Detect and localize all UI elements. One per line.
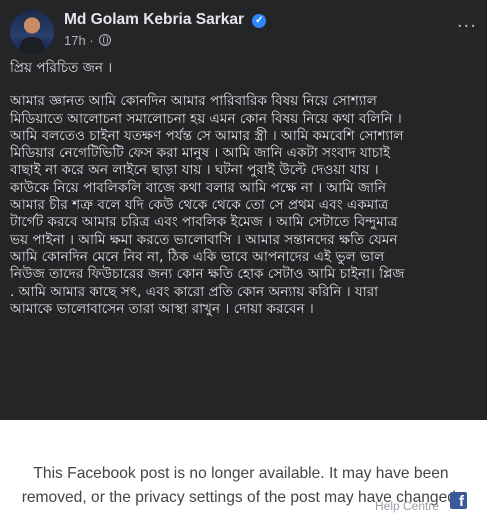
unavailable-line-1: This Facebook post is no longer availabl… bbox=[33, 465, 449, 482]
post-line: মিডিয়ার নেগেটিভিটি ফেস করা মানুষ । আমি … bbox=[10, 145, 391, 162]
post-line: নিউজ তাদের ফিউচারের জন্য কোন ক্ষতি হোক স… bbox=[10, 266, 405, 283]
help-centre-link[interactable]: Help Centre bbox=[375, 499, 439, 513]
post-greeting: প্রিয় পরিচিত জন । bbox=[10, 60, 113, 76]
post-line: আমাকে ভালোবাসেন তারা আস্থা রাখুন । দোয়া… bbox=[10, 300, 314, 317]
facebook-logo-icon: f bbox=[450, 492, 467, 509]
post-line: . আমি আমার কাছে সৎ, এবং কারো প্রতি কোন অ… bbox=[10, 283, 379, 300]
verified-badge-icon: ✓ bbox=[252, 14, 267, 28]
post-line: টার্গেট করবে আমার চরিত্র এবং পাবলিক ইমেজ… bbox=[10, 214, 398, 231]
post-line: বাছাই না করে অন লাইনে ছাড়া যায় । ঘটনা … bbox=[10, 162, 379, 179]
author-name[interactable]: Md Golam Kebria Sarkar bbox=[64, 11, 244, 28]
unavailable-notice-area: This Facebook post is no longer availabl… bbox=[0, 420, 487, 529]
globe-icon bbox=[99, 34, 112, 46]
post-line: মিডিয়াতে আলোচনা সমালোচনা হয় এমন কোন বি… bbox=[10, 110, 402, 127]
post-line: আমার চীর শত্রু বলে যদি কেউ থেকে থেকে তো … bbox=[10, 197, 389, 214]
more-options-icon[interactable]: ··· bbox=[457, 16, 477, 37]
post-line: ভয় পাইনা । আমি ক্ষমা করতে ভালোবাসি । আম… bbox=[10, 231, 398, 248]
author-name-row: Md Golam Kebria Sarkar ✓ bbox=[64, 11, 267, 29]
post-line: আমি কোনদিন মেনে নিব না, ঠিক একি ভাবে আপন… bbox=[10, 248, 385, 265]
post-header: Md Golam Kebria Sarkar ✓ 17h · ··· bbox=[10, 8, 477, 56]
post-body: প্রিয় পরিচিত জন । আমার জ্ঞানত আমি কোনদি… bbox=[10, 60, 480, 318]
post-line: আমি বলতেও চাইনা যতক্ষণ পর্যন্ত সে আমার স… bbox=[10, 127, 404, 144]
meta-separator: · bbox=[89, 33, 94, 48]
post-meta: 17h · bbox=[64, 33, 112, 48]
author-avatar[interactable] bbox=[10, 10, 54, 54]
post-line: আমার জ্ঞানত আমি কোনদিন আমার পারিবারিক বি… bbox=[10, 93, 377, 110]
post-line: কাউকে নিয়ে পাবলিকলি বাজে কথা বলার আমি প… bbox=[10, 179, 387, 196]
post-timestamp[interactable]: 17h bbox=[64, 33, 86, 48]
facebook-post: Md Golam Kebria Sarkar ✓ 17h · ··· প্রিয… bbox=[0, 0, 487, 420]
